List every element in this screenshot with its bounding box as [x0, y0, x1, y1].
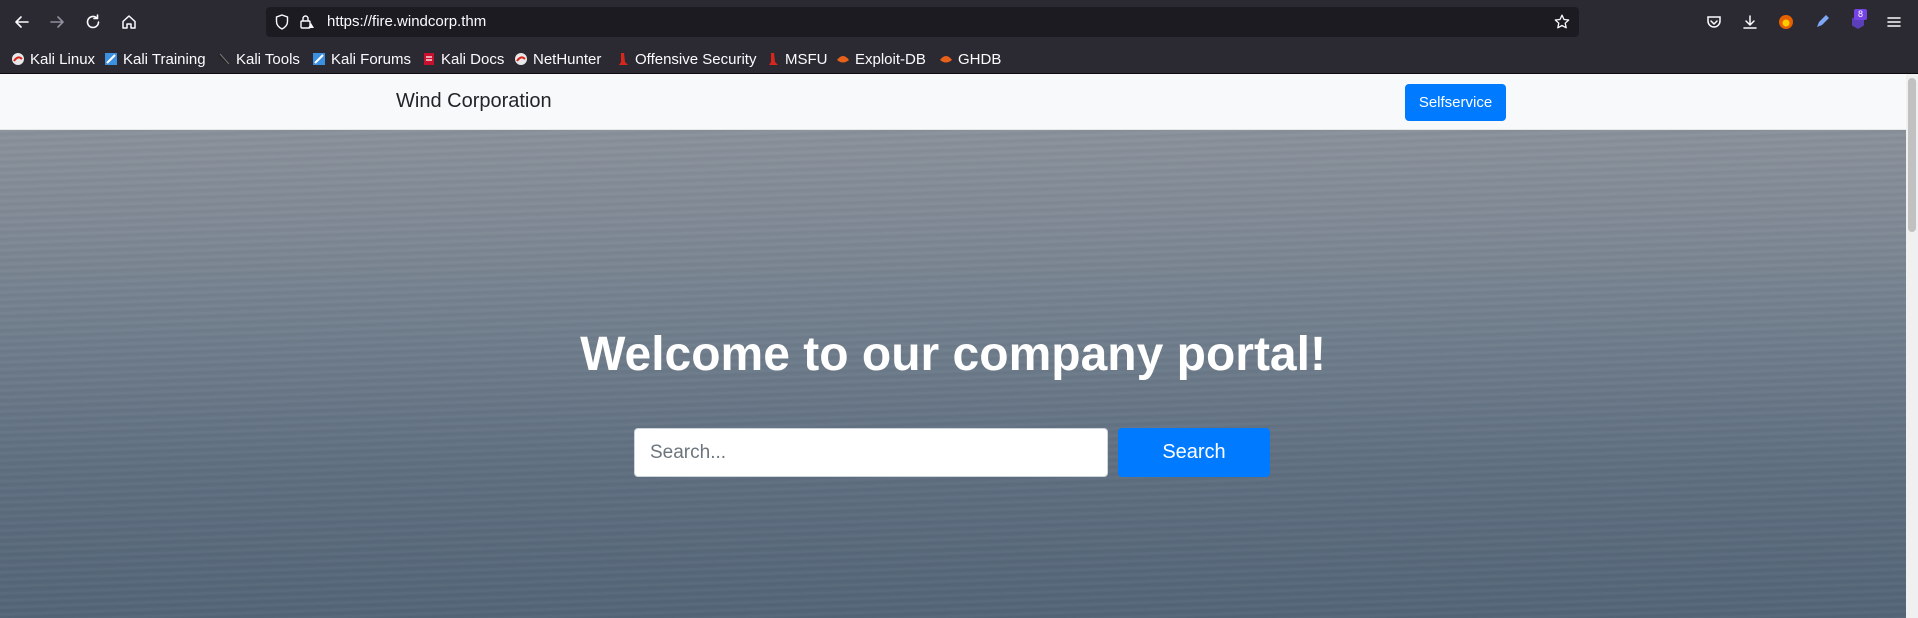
search-button[interactable]: Search	[1118, 428, 1270, 477]
page-viewport: Wind Corporation Selfservice Welcome to …	[0, 74, 1906, 618]
bookmark-label: Exploit-DB	[855, 50, 926, 68]
fox-extension-icon	[1779, 15, 1793, 29]
bookmark-kali-forums[interactable]: Kali Forums	[312, 49, 411, 69]
bookmark-label: GHDB	[958, 50, 1002, 68]
kali-docs-icon	[422, 52, 436, 66]
home-icon	[122, 15, 136, 29]
page-scrollbar[interactable]	[1906, 74, 1918, 618]
hamburger-menu-icon	[1887, 17, 1901, 27]
selfservice-button[interactable]: Selfservice	[1405, 84, 1506, 121]
bookmark-kali-training[interactable]: Kali Training	[104, 49, 206, 69]
bookmark-kali-linux[interactable]: Kali Linux	[11, 49, 95, 69]
arrow-right-icon	[50, 16, 64, 28]
ghdb-icon	[939, 52, 953, 66]
pocket-button[interactable]	[1703, 11, 1725, 33]
bookmarks-toolbar: Kali Linux Kali Training Kali Tools Kali…	[0, 44, 1918, 74]
forward-button[interactable]	[43, 8, 71, 36]
arrow-left-icon	[15, 16, 29, 28]
pen-icon	[1817, 15, 1829, 27]
bookmark-nethunter[interactable]: NetHunter	[514, 49, 601, 69]
lock-warning-icon[interactable]	[298, 13, 316, 31]
tracking-shield-icon[interactable]	[273, 13, 291, 31]
bookmark-label: Kali Training	[123, 50, 206, 68]
bookmark-label: NetHunter	[533, 50, 602, 68]
bookmark-msfu[interactable]: MSFU	[766, 49, 828, 69]
bookmark-offensive-security[interactable]: Offensive Security	[616, 49, 756, 69]
kali-forums-icon	[312, 52, 326, 66]
notification-badge: 8	[1854, 9, 1867, 20]
kali-tools-icon	[217, 52, 231, 66]
bookmark-label: Kali Tools	[236, 50, 300, 68]
browser-toolbar: https://fire.windcorp.thm 8	[0, 0, 1918, 44]
pen-extension-button[interactable]	[1811, 11, 1833, 33]
menu-button[interactable]	[1883, 11, 1905, 33]
bookmark-label: Kali Forums	[331, 50, 412, 68]
url-text[interactable]: https://fire.windcorp.thm	[327, 13, 486, 31]
bookmark-label: Kali Linux	[30, 50, 96, 68]
back-button[interactable]	[8, 8, 36, 36]
home-button[interactable]	[115, 8, 143, 36]
url-bar[interactable]: https://fire.windcorp.thm	[266, 7, 1579, 37]
scrollbar-thumb[interactable]	[1908, 78, 1916, 232]
download-icon	[1743, 15, 1757, 29]
firefox-extension-button[interactable]	[1775, 11, 1797, 33]
bookmark-exploit-db[interactable]: Exploit-DB	[836, 49, 926, 69]
downloads-button[interactable]	[1739, 11, 1761, 33]
hero-section: Welcome to our company portal! Search	[0, 130, 1906, 618]
hero-title: Welcome to our company portal!	[580, 328, 1326, 381]
site-navbar: Wind Corporation Selfservice	[0, 74, 1906, 130]
pocket-icon	[1707, 16, 1721, 28]
exploit-db-icon	[836, 52, 850, 66]
reload-icon	[86, 14, 100, 29]
search-input[interactable]	[634, 428, 1108, 477]
bookmark-kali-docs[interactable]: Kali Docs	[422, 49, 504, 69]
bookmark-star-icon[interactable]	[1553, 13, 1571, 31]
nethunter-icon	[514, 52, 528, 66]
bookmark-kali-tools[interactable]: Kali Tools	[217, 49, 300, 69]
bookmark-label: Offensive Security	[635, 50, 757, 68]
bookmark-label: MSFU	[785, 50, 828, 68]
bookmark-ghdb[interactable]: GHDB	[939, 49, 1001, 69]
bookmark-label: Kali Docs	[441, 50, 505, 68]
reload-button[interactable]	[79, 8, 107, 36]
kali-dragon-icon	[11, 52, 25, 66]
msfu-icon	[766, 52, 780, 66]
kali-training-icon	[104, 52, 118, 66]
brand-link[interactable]: Wind Corporation	[396, 89, 552, 113]
offsec-icon	[616, 52, 630, 66]
